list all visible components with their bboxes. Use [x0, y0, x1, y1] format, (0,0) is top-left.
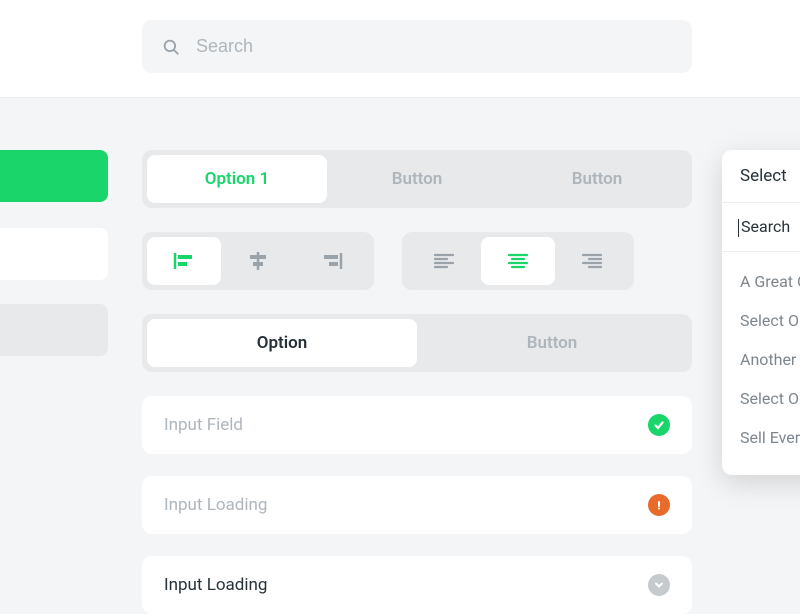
segment-option-3[interactable]: Button [507, 155, 687, 203]
segment-option-1[interactable]: Option 1 [147, 155, 327, 203]
text-align-right-icon[interactable] [555, 237, 629, 285]
segment2-option-1[interactable]: Option [147, 319, 417, 367]
dropdown-item[interactable]: A Great Option [722, 262, 800, 301]
input-field-loading[interactable]: Input Loading [142, 476, 692, 534]
dropdown-selected[interactable]: Select [722, 150, 800, 203]
sidebar-button-tertiary[interactable] [0, 304, 108, 356]
topbar [0, 0, 800, 98]
icon-toggle-row [142, 232, 800, 290]
sidebar-button-primary[interactable] [0, 150, 108, 202]
align-top-icon[interactable] [147, 237, 221, 285]
segment2-option-2[interactable]: Button [417, 319, 687, 367]
dropdown-list: A Great Option Select Option Another One… [722, 252, 800, 475]
segmented-control-1: Option 1 Button Button [142, 150, 692, 208]
input-field-expandable[interactable]: Input Loading [142, 556, 692, 614]
dropdown-item[interactable]: Another One [722, 340, 800, 379]
input-field-valid[interactable]: Input Field [142, 396, 692, 454]
chevron-down-icon [648, 574, 670, 596]
select-dropdown: Select Search A Great Option Select Opti… [722, 150, 800, 475]
alert-icon [648, 494, 670, 516]
input-label: Input Field [164, 415, 243, 435]
align-bottom-icon[interactable] [295, 237, 369, 285]
dropdown-search-text: Search [741, 217, 790, 236]
text-align-group [402, 232, 634, 290]
align-middle-icon[interactable] [221, 237, 295, 285]
input-label: Input Loading [164, 495, 267, 515]
search-field[interactable] [142, 20, 692, 73]
text-align-center-icon[interactable] [481, 237, 555, 285]
dropdown-search[interactable]: Search [722, 203, 800, 252]
segment-option-2[interactable]: Button [327, 155, 507, 203]
search-input[interactable] [196, 36, 672, 57]
search-icon [162, 38, 180, 56]
text-align-left-icon[interactable] [407, 237, 481, 285]
sidebar-button-secondary[interactable] [0, 228, 108, 280]
check-icon [648, 414, 670, 436]
input-label: Input Loading [164, 575, 267, 595]
dropdown-item[interactable]: Select Option [722, 301, 800, 340]
segmented-control-2: Option Button [142, 314, 692, 372]
dropdown-item[interactable]: Sell Everything [722, 418, 800, 457]
dropdown-item[interactable]: Select Option [722, 379, 800, 418]
align-vertical-group [142, 232, 374, 290]
